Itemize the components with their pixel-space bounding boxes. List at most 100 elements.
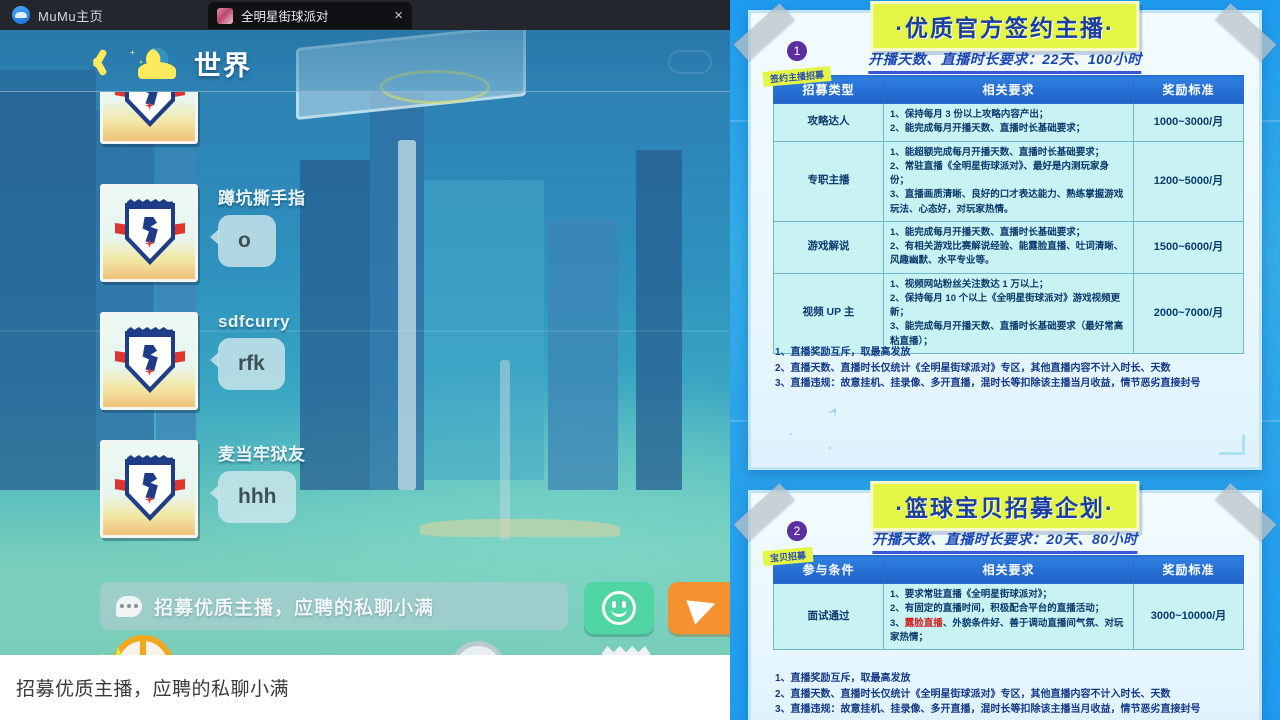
column-header: 奖励标准	[1133, 555, 1244, 584]
emoji-button[interactable]	[584, 582, 654, 634]
chat-message-list[interactable]: 蹲坑撕手指 o sdfcurry rfk 麦当牢狱友 hhh	[0, 92, 730, 570]
cell-pay: 1200~5000/月	[1133, 140, 1244, 222]
emulator-tab-allstar[interactable]: 全明星街球派对 ×	[208, 2, 412, 29]
card-notes: 1、直播奖励互斥，取最高发放 2、直播天数、直播时长仅统计《全明星街球派对》专区…	[775, 671, 1245, 718]
card-badge: 2	[787, 521, 807, 541]
chevron-left-icon[interactable]	[82, 46, 112, 78]
smiley-icon	[602, 591, 636, 625]
page-title: 世界	[194, 51, 252, 81]
game-bottom-nav	[0, 635, 730, 655]
requirement-line: 3、露脸直播、外貌条件好、善于调动直播间气氛、对玩家热情；	[890, 617, 1124, 643]
paper-plane-icon	[686, 591, 720, 625]
requirement-line: 1、要求常驻直播《全明星街球派对》；	[890, 589, 1053, 600]
caption-text: 招募优质主播，应聘的私聊小满	[16, 679, 290, 700]
note-line: 3、直播违规：故意挂机、挂录像、多开直播，混时长等扣除该主播当月收益，情节恶劣直…	[775, 378, 1201, 389]
cell-requirements: 1、能完成每月开播天数、直播时长基础要求； 2、有相关游戏比赛解说经验、能露脸直…	[883, 220, 1134, 274]
tape-decoration	[733, 3, 795, 61]
avatar[interactable]	[100, 312, 198, 410]
card-title: ·篮球宝贝招募企划·	[870, 481, 1140, 531]
chat-message-bubble: o	[210, 215, 276, 267]
table-row: 面试通过 1、要求常驻直播《全明星街球派对》； 2、有固定的直播时间，积极配合平…	[773, 583, 1244, 650]
poster-card-official-streamer: ·优质官方签约主播· 1 开播天数、直播时长要求：22天、100小时 签约主播招…	[733, 1, 1277, 470]
avatar[interactable]	[100, 184, 198, 282]
chat-input[interactable]: 招募优质主播，应聘的私聊小满	[100, 582, 568, 630]
table-row: 专职主播 1、能超额完成每月开播天数、直播时长基础要求； 2、常驻直播《全明星街…	[773, 140, 1244, 222]
chat-message-bubble: rfk	[210, 338, 285, 390]
mumu-home-button[interactable]: MuMu主页	[0, 0, 103, 30]
requirements-table: 参与条件 相关要求 奖励标准 面试通过 1、要求常驻直播《全明星街球派对》； 2…	[773, 555, 1244, 650]
note-line: 1、直播奖励互斥，取最高发放	[775, 347, 911, 358]
card-badge: 1	[787, 41, 807, 61]
card-notes: 1、直播奖励互斥，取最高发放 2、直播天数、直播时长仅统计《全明星街球派对》专区…	[775, 345, 1245, 392]
chat-message-name: 蹲坑撕手指	[218, 189, 306, 208]
requirement-line: 2、能完成每月开播天数、直播时长基础要求；	[890, 123, 1086, 135]
column-header: 奖励标准	[1133, 75, 1244, 104]
table-header-row: 参与条件 相关要求 奖励标准	[773, 555, 1244, 584]
requirement-line: 1、视频网站粉丝关注数达 1 万以上；	[890, 278, 1049, 290]
note-line: 2、直播天数、直播时长仅统计《全明星街球派对》专区，其他直播内容不计入时长、天数	[775, 688, 1171, 700]
cell-requirements: 1、要求常驻直播《全明星街球派对》； 2、有固定的直播时间，积极配合平台的直播活…	[883, 583, 1134, 650]
cell-requirements: 1、视频网站粉丝关注数达 1 万以上； 2、保持每月 10 个以上《全明星街球派…	[883, 272, 1134, 354]
send-button[interactable]	[668, 582, 730, 634]
card-subtitle: 开播天数、直播时长要求：22天、100小时	[868, 49, 1142, 74]
cell-requirements: 1、保持每月 3 份以上攻略内容产出； 2、能完成每月开播天数、直播时长基础要求…	[883, 103, 1134, 142]
table-row: 攻略达人 1、保持每月 3 份以上攻略内容产出； 2、能完成每月开播天数、直播时…	[773, 103, 1244, 142]
requirement-line: 1、保持每月 3 份以上攻略内容产出；	[890, 109, 1049, 120]
chat-input-bar: 招募优质主播，应聘的私聊小满	[0, 582, 730, 638]
cell-pay: 2000~7000/月	[1133, 272, 1244, 354]
avatar[interactable]	[100, 440, 198, 538]
emulator-window: MuMu主页 全明星街球派对 × 世界 蹲坑撕手指 o sdfcurry rfk…	[0, 0, 730, 720]
cell-pay: 1000~3000/月	[1133, 103, 1244, 142]
table-header-row: 招募类型 相关要求 奖励标准	[773, 75, 1244, 104]
emulator-titlebar: MuMu主页 全明星街球派对 ×	[0, 0, 730, 30]
game-viewport[interactable]: 世界 蹲坑撕手指 o sdfcurry rfk 麦当牢狱友 hhh 招募优质主播…	[0, 30, 730, 655]
requirement-line: 2、常驻直播《全明星街球派对》、最好是内测玩家身份；	[890, 160, 1110, 186]
team-crest-icon	[115, 92, 185, 131]
header-extra-icon[interactable]	[668, 50, 712, 74]
note-line: 3、直播违规：故意挂机、挂录像、多开直播，混时长等扣除该主播当月收益，情节恶劣直…	[775, 704, 1201, 715]
cell-type: 攻略达人	[773, 103, 884, 142]
tape-decoration	[1215, 3, 1277, 61]
helmet-icon[interactable]	[450, 641, 506, 655]
note-line: 1、直播奖励互斥，取最高发放	[775, 673, 911, 684]
mumu-home-label: MuMu主页	[38, 8, 104, 24]
cell-type: 视频 UP 主	[773, 272, 884, 354]
column-header: 相关要求	[883, 555, 1134, 584]
team-crest-icon	[115, 197, 185, 269]
tape-decoration	[1215, 483, 1277, 541]
ticket-icon[interactable]	[600, 645, 652, 655]
team-crest-icon	[115, 325, 185, 397]
requirement-line: 2、保持每月 10 个以上《全明星街球派对》游戏视频更新；	[890, 292, 1121, 318]
cell-pay: 3000~10000/月	[1133, 583, 1244, 650]
table-row: 视频 UP 主 1、视频网站粉丝关注数达 1 万以上； 2、保持每月 10 个以…	[773, 272, 1244, 354]
cell-type: 专职主播	[773, 140, 884, 222]
table-row: 游戏解说 1、能完成每月开播天数、直播时长基础要求； 2、有相关游戏比赛解说经验…	[773, 220, 1244, 274]
close-icon[interactable]: ×	[394, 8, 403, 23]
requirement-line: 2、有固定的直播时间，积极配合平台的直播活动；	[890, 603, 1105, 615]
cell-requirements: 1、能超额完成每月开播天数、直播时长基础要求； 2、常驻直播《全明星街球派对》、…	[883, 140, 1134, 222]
avatar[interactable]	[100, 92, 198, 144]
chat-input-placeholder: 招募优质主播，应聘的私聊小满	[154, 597, 435, 619]
tape-decoration	[733, 483, 795, 541]
app-icon	[217, 7, 233, 24]
requirement-line: 2、有相关游戏比赛解说经验、能露脸直播、吐词清晰、风趣幽默、水平专业等。	[890, 241, 1124, 267]
cell-type: 面试通过	[773, 583, 884, 650]
card-title: ·优质官方签约主播·	[870, 1, 1140, 51]
flaming-basketball-icon[interactable]	[96, 635, 174, 655]
note-line: 2、直播天数、直播时长仅统计《全明星街球派对》专区，其他直播内容不计入时长、天数	[775, 362, 1171, 374]
column-header: 相关要求	[883, 75, 1134, 104]
cell-type: 游戏解说	[773, 220, 884, 274]
paper-plane-doodle-icon	[785, 408, 844, 458]
moon-star-icon	[128, 44, 176, 80]
requirement-line: 1、能完成每月开播天数、直播时长基础要求；	[890, 226, 1086, 238]
requirement-line: 3、直播画质清晰、良好的口才表达能力、熟练掌握游戏玩法、心态好，对玩家热情。	[890, 189, 1124, 215]
poster-panel: ·优质官方签约主播· 1 开播天数、直播时长要求：22天、100小时 签约主播招…	[730, 0, 1280, 720]
poster-card-cheerleader: ·篮球宝贝招募企划· 2 开播天数、直播时长要求：20天、80小时 宝贝招募 参…	[733, 481, 1277, 720]
chat-message-name: 麦当牢狱友	[218, 445, 306, 464]
requirements-table: 招募类型 相关要求 奖励标准 攻略达人 1、保持每月 3 份以上攻略内容产出； …	[773, 75, 1244, 354]
requirement-line: 1、能超额完成每月开播天数、直播时长基础要求；	[890, 146, 1105, 158]
chat-message-bubble: hhh	[209, 471, 297, 523]
card-subtitle: 开播天数、直播时长要求：20天、80小时	[872, 529, 1138, 554]
game-header: 世界	[0, 30, 730, 92]
cell-pay: 1500~6000/月	[1133, 220, 1244, 274]
